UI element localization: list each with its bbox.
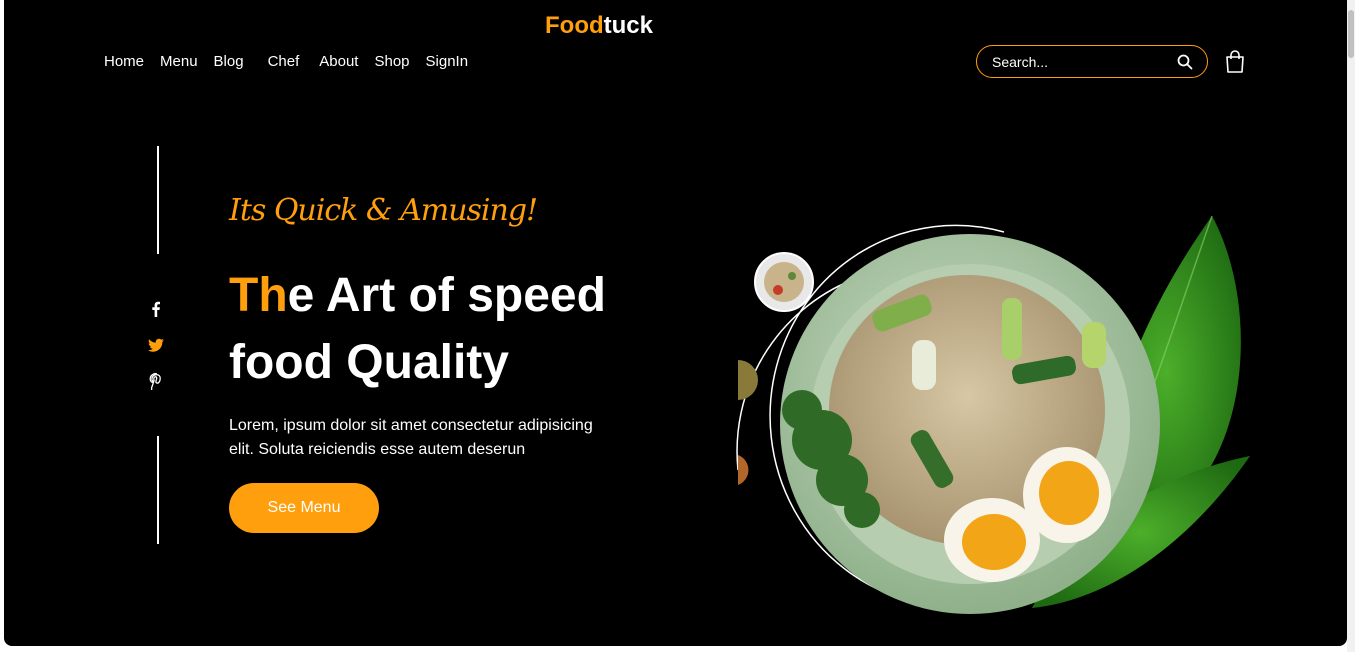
site-logo[interactable]: Foodtuck bbox=[4, 12, 1194, 40]
logo-part-food: Food bbox=[545, 12, 604, 39]
nav-home[interactable]: Home bbox=[104, 53, 144, 70]
hero-headline: The Art of speed food Quality bbox=[229, 262, 606, 396]
divider-line-top bbox=[157, 146, 159, 254]
see-menu-button[interactable]: See Menu bbox=[229, 483, 379, 533]
scrollbar-thumb[interactable] bbox=[1348, 10, 1354, 58]
facebook-icon[interactable] bbox=[147, 300, 165, 318]
logo-part-tuck: tuck bbox=[603, 12, 653, 39]
window-bottom-edge bbox=[0, 646, 1355, 652]
nav-signin[interactable]: SignIn bbox=[426, 53, 469, 70]
headline-accent: Th bbox=[229, 269, 288, 322]
search-box bbox=[976, 45, 1208, 78]
divider-line-bottom bbox=[157, 436, 159, 544]
nav-shop[interactable]: Shop bbox=[374, 53, 409, 70]
page: Foodtuck Home Menu Blog Chef About Shop … bbox=[4, 0, 1347, 646]
nav-menu[interactable]: Menu bbox=[160, 53, 198, 70]
nav-chef[interactable]: Chef bbox=[268, 53, 300, 70]
shopping-bag-icon[interactable] bbox=[1225, 50, 1245, 74]
main-nav: Home Menu Blog Chef About Shop SignIn bbox=[104, 53, 484, 70]
hero-tagline: Its Quick & Amusing! bbox=[229, 193, 538, 228]
search-input[interactable] bbox=[992, 53, 1177, 70]
page-scrollbar[interactable] bbox=[1347, 0, 1355, 652]
hero-description: Lorem, ipsum dolor sit amet consectetur … bbox=[229, 417, 593, 458]
food-plate-image bbox=[736, 215, 1250, 614]
headline-part-1: e Art of speed bbox=[287, 269, 606, 322]
headline-line-2: food Quality bbox=[229, 336, 509, 389]
pinterest-icon[interactable] bbox=[147, 372, 165, 390]
nav-about[interactable]: About bbox=[319, 53, 358, 70]
nav-blog[interactable]: Blog bbox=[214, 53, 244, 70]
search-icon[interactable] bbox=[1177, 54, 1193, 70]
twitter-icon[interactable] bbox=[147, 336, 165, 354]
